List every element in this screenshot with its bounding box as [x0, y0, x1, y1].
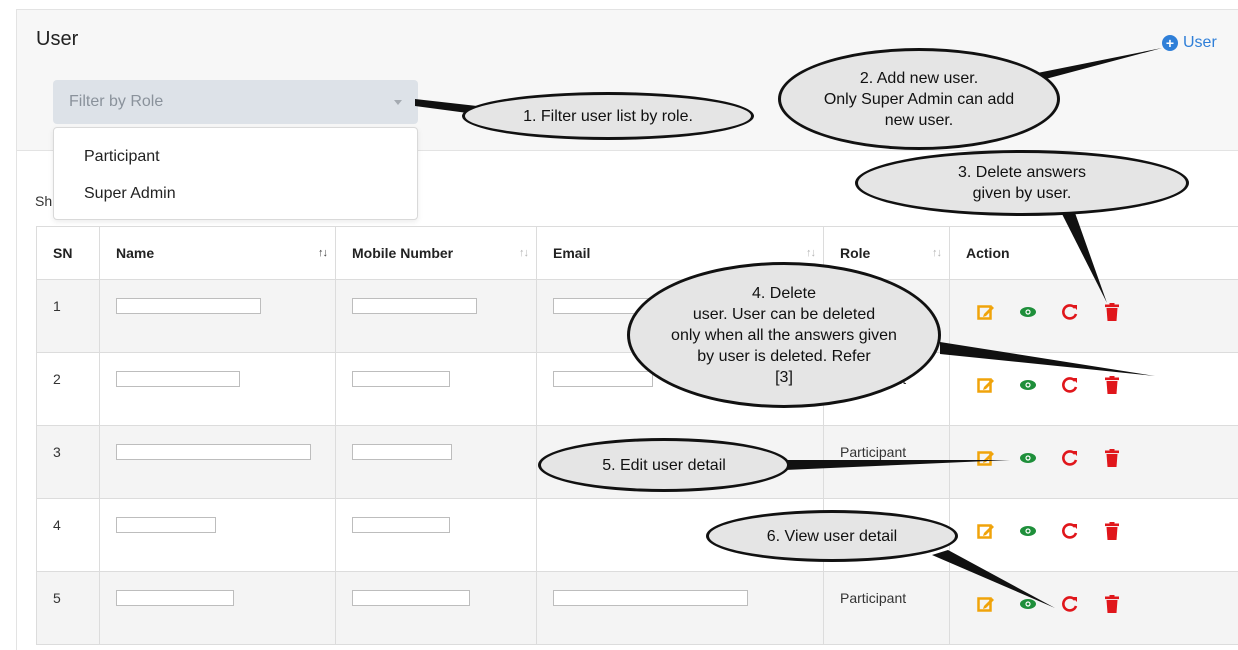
- cell-mobile: [336, 499, 537, 572]
- edit-icon[interactable]: [976, 594, 996, 614]
- cell-actions: [950, 499, 1238, 572]
- column-header-action: Action: [950, 227, 1238, 280]
- callout-add-user-line: Only Super Admin can add: [824, 89, 1014, 110]
- callout-delete-user-line: only when all the answers given: [671, 325, 897, 346]
- edit-icon[interactable]: [976, 521, 996, 541]
- cell-role: Participant: [824, 426, 950, 499]
- column-header-name[interactable]: Name↑↓: [100, 227, 336, 280]
- redacted-mobile: [352, 298, 477, 314]
- cell-sn: 2: [37, 353, 100, 426]
- role-dropdown: Participant Super Admin: [53, 127, 418, 220]
- eye-icon[interactable]: [1018, 448, 1038, 468]
- redacted-name: [116, 517, 216, 533]
- callout-delete-user-line: by user is deleted. Refer: [671, 346, 897, 367]
- cell-actions: [950, 280, 1238, 353]
- callout-add-user-line: new user.: [824, 110, 1014, 131]
- callout-view-user: 6. View user detail: [706, 510, 958, 562]
- reset-answers-icon[interactable]: [1060, 302, 1080, 322]
- cell-email: [537, 572, 824, 645]
- eye-icon[interactable]: [1018, 521, 1038, 541]
- table-row: 5 Participant: [37, 572, 1238, 645]
- callout-edit-user: 5. Edit user detail: [538, 438, 790, 492]
- cell-name: [100, 572, 336, 645]
- redacted-mobile: [352, 444, 452, 460]
- callout-delete-user: 4. Delete user. User can be deleted only…: [627, 262, 941, 408]
- redacted-mobile: [352, 590, 470, 606]
- reset-answers-icon[interactable]: [1060, 448, 1080, 468]
- redacted-name: [116, 444, 311, 460]
- redacted-email: [553, 371, 653, 387]
- redacted-name: [116, 590, 234, 606]
- callout-edit-user-text: 5. Edit user detail: [602, 455, 726, 476]
- callout-delete-user-line: user. User can be deleted: [671, 304, 897, 325]
- sort-icon[interactable]: ↑↓: [318, 247, 327, 259]
- trash-icon[interactable]: [1102, 521, 1122, 541]
- reset-answers-icon[interactable]: [1060, 521, 1080, 541]
- redacted-name: [116, 371, 240, 387]
- redacted-email: [553, 590, 748, 606]
- redacted-name: [116, 298, 261, 314]
- cell-name: [100, 426, 336, 499]
- callout-filter-text: 1. Filter user list by role.: [523, 106, 693, 127]
- users-table: SN Name↑↓ Mobile Number↑↓ Email↑↓ Role↑↓…: [36, 226, 1238, 645]
- cell-name: [100, 353, 336, 426]
- add-user-button[interactable]: + User: [1162, 34, 1217, 52]
- column-header-sn: SN: [37, 227, 100, 280]
- cell-mobile: [336, 426, 537, 499]
- page-title: User: [36, 28, 78, 51]
- edit-icon[interactable]: [976, 375, 996, 395]
- callout-add-user-line: 2. Add new user.: [824, 68, 1014, 89]
- column-header-mobile[interactable]: Mobile Number↑↓: [336, 227, 537, 280]
- trash-icon[interactable]: [1102, 448, 1122, 468]
- redacted-mobile: [352, 517, 450, 533]
- cell-name: [100, 499, 336, 572]
- cell-actions: [950, 426, 1238, 499]
- cell-sn: 5: [37, 572, 100, 645]
- edit-icon[interactable]: [976, 448, 996, 468]
- callout-delete-answers-line: 3. Delete answers: [958, 162, 1086, 183]
- chevron-down-icon: [394, 100, 402, 105]
- cell-sn: 3: [37, 426, 100, 499]
- trash-icon[interactable]: [1102, 594, 1122, 614]
- role-filter-select[interactable]: Filter by Role: [53, 80, 418, 124]
- cell-mobile: [336, 280, 537, 353]
- sort-icon[interactable]: ↑↓: [932, 247, 941, 259]
- trash-icon[interactable]: [1102, 375, 1122, 395]
- callout-view-user-text: 6. View user detail: [767, 526, 897, 547]
- callout-delete-answers: 3. Delete answers given by user.: [855, 150, 1189, 216]
- plus-circle-icon: +: [1162, 35, 1178, 51]
- callout-filter: 1. Filter user list by role.: [462, 92, 754, 140]
- cell-mobile: [336, 353, 537, 426]
- role-filter-placeholder: Filter by Role: [69, 93, 163, 111]
- edit-icon[interactable]: [976, 302, 996, 322]
- role-option-participant[interactable]: Participant: [84, 148, 160, 166]
- redacted-mobile: [352, 371, 450, 387]
- cell-sn: 1: [37, 280, 100, 353]
- reset-answers-icon[interactable]: [1060, 594, 1080, 614]
- eye-icon[interactable]: [1018, 594, 1038, 614]
- cell-actions: [950, 353, 1238, 426]
- cell-mobile: [336, 572, 537, 645]
- callout-delete-user-line: [3]: [671, 367, 897, 388]
- eye-icon[interactable]: [1018, 302, 1038, 322]
- show-entries-label: Sh: [35, 193, 52, 209]
- add-user-label: User: [1183, 34, 1217, 52]
- sort-icon[interactable]: ↑↓: [806, 247, 815, 259]
- sort-icon[interactable]: ↑↓: [519, 247, 528, 259]
- callout-delete-user-line: 4. Delete: [671, 283, 897, 304]
- eye-icon[interactable]: [1018, 375, 1038, 395]
- table-row: 2 Participant: [37, 353, 1238, 426]
- reset-answers-icon[interactable]: [1060, 375, 1080, 395]
- trash-icon[interactable]: [1102, 302, 1122, 322]
- role-option-super-admin[interactable]: Super Admin: [84, 185, 176, 203]
- cell-actions: [950, 572, 1238, 645]
- cell-name: [100, 280, 336, 353]
- callout-add-user: 2. Add new user. Only Super Admin can ad…: [778, 48, 1060, 150]
- table-row: 4: [37, 499, 1238, 572]
- callout-delete-answers-line: given by user.: [958, 183, 1086, 204]
- cell-role: Participant: [824, 572, 950, 645]
- cell-sn: 4: [37, 499, 100, 572]
